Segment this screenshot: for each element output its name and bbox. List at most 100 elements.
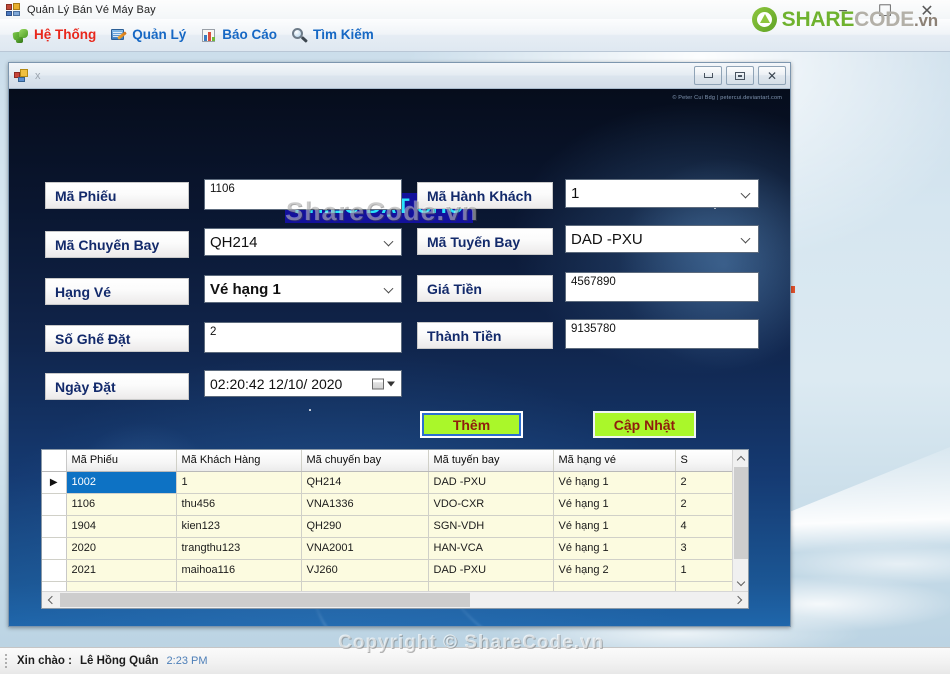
cell-ma-phieu[interactable]: 2021 xyxy=(66,559,177,582)
table-row[interactable]: 1904 kien123 QH290 SGN-VDH Vé hạng 1 4 xyxy=(42,515,734,538)
label-thanh-tien: Thành Tiền xyxy=(417,322,553,349)
cell-ma-hang-ve[interactable]: Vé hạng 1 xyxy=(553,493,676,516)
label-so-ghe-dat: Số Ghế Đặt xyxy=(45,325,189,352)
cell-ma-chuyen-bay[interactable]: VJ260 xyxy=(301,559,429,582)
vertical-scroll-thumb[interactable] xyxy=(734,467,748,559)
row-selector[interactable] xyxy=(42,537,67,560)
scroll-down-button[interactable] xyxy=(733,575,748,591)
cell-so-ghe[interactable]: 2 xyxy=(675,471,734,494)
form-title-bar: x ✕ xyxy=(9,63,790,89)
datetime-picker-ngay-dat[interactable]: 02:20:42 12/10/ 2020 xyxy=(204,370,402,397)
combo-hang-ve[interactable]: Vé hạng 1 xyxy=(204,275,402,303)
cell-ma-khach-hang[interactable]: maihoa116 xyxy=(176,559,302,582)
horizontal-scroll-thumb[interactable] xyxy=(60,593,470,607)
cell-ma-phieu[interactable]: 1106 xyxy=(66,493,177,516)
grid-column-header-ma-chuyen-bay[interactable]: Mã chuyến bay xyxy=(301,450,429,472)
combo-ma-hanh-khach[interactable]: 1 xyxy=(565,179,759,208)
status-grip-icon xyxy=(5,654,9,668)
input-gia-tien[interactable]: 4567890 xyxy=(565,272,759,302)
combo-ma-chuyen-bay-value: QH214 xyxy=(210,233,258,251)
form-close-button[interactable]: ✕ xyxy=(758,66,786,85)
cell-so-ghe[interactable]: 4 xyxy=(675,515,734,538)
cell-ma-phieu[interactable]: 2020 xyxy=(66,537,177,560)
menu-item-he-thong[interactable]: Hệ Thống xyxy=(8,24,106,47)
grid-column-header-ma-hang-ve[interactable]: Mã hạng vé xyxy=(553,450,676,472)
cell-so-ghe[interactable]: 2 xyxy=(675,493,734,516)
cell-empty[interactable] xyxy=(428,581,554,591)
table-row-partial[interactable] xyxy=(42,581,734,591)
them-button[interactable]: Thêm xyxy=(420,411,523,438)
cell-ma-chuyen-bay[interactable]: VNA1336 xyxy=(301,493,429,516)
cell-ma-hang-ve[interactable]: Vé hạng 2 xyxy=(553,559,676,582)
cell-ma-khach-hang[interactable]: kien123 xyxy=(176,515,302,538)
scroll-left-button[interactable] xyxy=(42,592,59,608)
application-window: Quản Lý Bán Vé Máy Bay − ☐ ✕ SHARECODE.v… xyxy=(0,0,950,674)
label-ngay-dat: Ngày Đặt xyxy=(45,373,189,400)
form-minimize-button[interactable] xyxy=(694,66,722,85)
grid-column-header-ma-phieu[interactable]: Mã Phiếu xyxy=(66,450,177,472)
chevron-up-icon xyxy=(736,455,746,464)
cell-so-ghe[interactable]: 3 xyxy=(675,537,734,560)
cell-ma-khach-hang[interactable]: trangthu123 xyxy=(176,537,302,560)
grid-header-row: Mã Phiếu Mã Khách Hàng Mã chuyến bay Mã … xyxy=(42,450,734,472)
status-greeting: Xin chào : xyxy=(17,655,72,667)
cell-ma-khach-hang[interactable]: thu456 xyxy=(176,493,302,516)
combo-ma-tuyen-bay-value: DAD -PXU xyxy=(571,230,643,248)
form-maximize-button[interactable] xyxy=(726,66,754,85)
table-row[interactable]: 2020 trangthu123 VNA2001 HAN-VCA Vé hạng… xyxy=(42,537,734,560)
cell-ma-chuyen-bay[interactable]: QH214 xyxy=(301,471,429,494)
sharecode-wordmark: SHARECODE.vn xyxy=(781,8,939,31)
calendar-icon xyxy=(372,378,384,389)
row-selector[interactable] xyxy=(42,559,67,582)
cell-empty[interactable] xyxy=(553,581,676,591)
grid-column-header-ma-tuyen-bay[interactable]: Mã tuyến bay xyxy=(428,450,554,472)
combo-ma-tuyen-bay[interactable]: DAD -PXU xyxy=(565,225,759,253)
input-so-ghe-dat[interactable]: 2 xyxy=(204,322,402,353)
grid-column-header-so-ghe[interactable]: S xyxy=(675,450,734,472)
cell-ma-hang-ve[interactable]: Vé hạng 1 xyxy=(553,515,676,538)
cell-ma-tuyen-bay[interactable]: VDO-CXR xyxy=(428,493,554,516)
table-row[interactable]: 1106 thu456 VNA1336 VDO-CXR Vé hạng 1 2 xyxy=(42,493,734,516)
cell-empty[interactable] xyxy=(66,581,177,591)
chevron-down-icon xyxy=(742,234,751,243)
brand-share-text: SHARE xyxy=(781,8,855,31)
cell-empty[interactable] xyxy=(301,581,429,591)
cell-ma-chuyen-bay[interactable]: QH290 xyxy=(301,515,429,538)
cell-ma-phieu[interactable]: 1002 xyxy=(66,471,177,494)
cell-ma-hang-ve[interactable]: Vé hạng 1 xyxy=(553,471,676,494)
input-thanh-tien[interactable]: 9135780 xyxy=(565,319,759,349)
row-selector[interactable] xyxy=(42,581,67,591)
cell-empty[interactable] xyxy=(675,581,734,591)
grid-viewport: Mã Phiếu Mã Khách Hàng Mã chuyến bay Mã … xyxy=(42,450,734,591)
cell-ma-khach-hang[interactable]: 1 xyxy=(176,471,302,494)
booking-data-grid[interactable]: Mã Phiếu Mã Khách Hàng Mã chuyến bay Mã … xyxy=(41,449,749,609)
cell-ma-tuyen-bay[interactable]: HAN-VCA xyxy=(428,537,554,560)
combo-ma-chuyen-bay[interactable]: QH214 xyxy=(204,228,402,256)
grid-vertical-scrollbar[interactable] xyxy=(732,450,748,591)
cell-empty[interactable] xyxy=(176,581,302,591)
chevron-down-icon xyxy=(736,577,746,586)
input-ma-phieu-value: 1106 xyxy=(210,183,235,195)
cell-ma-hang-ve[interactable]: Vé hạng 1 xyxy=(553,537,676,560)
menu-item-bao-cao[interactable]: Báo Cáo xyxy=(196,24,287,47)
row-selector[interactable] xyxy=(42,493,67,516)
cell-ma-phieu[interactable]: 1904 xyxy=(66,515,177,538)
cell-so-ghe[interactable]: 1 xyxy=(675,559,734,582)
input-so-ghe-dat-value: 2 xyxy=(210,326,217,338)
scroll-right-button[interactable] xyxy=(731,592,748,608)
cell-ma-tuyen-bay[interactable]: SGN-VDH xyxy=(428,515,554,538)
table-row[interactable]: ▶ 1002 1 QH214 DAD -PXU Vé hạng 1 2 xyxy=(42,471,734,494)
cell-ma-chuyen-bay[interactable]: VNA2001 xyxy=(301,537,429,560)
cap-nhat-button[interactable]: Cập Nhật xyxy=(593,411,696,438)
cell-ma-tuyen-bay[interactable]: DAD -PXU xyxy=(428,471,554,494)
row-selector[interactable] xyxy=(42,515,67,538)
grid-horizontal-scrollbar[interactable] xyxy=(42,591,748,608)
cell-ma-tuyen-bay[interactable]: DAD -PXU xyxy=(428,559,554,582)
grid-column-header-ma-khach-hang[interactable]: Mã Khách Hàng xyxy=(176,450,302,472)
menu-item-tim-kiem[interactable]: Tìm Kiếm xyxy=(287,24,384,47)
scroll-up-button[interactable] xyxy=(733,450,748,466)
menu-item-quan-ly[interactable]: Quản Lý xyxy=(106,24,196,47)
input-ma-phieu[interactable]: 1106 xyxy=(204,179,402,210)
row-selector[interactable]: ▶ xyxy=(42,471,67,494)
table-row[interactable]: 2021 maihoa116 VJ260 DAD -PXU Vé hạng 2 … xyxy=(42,559,734,582)
